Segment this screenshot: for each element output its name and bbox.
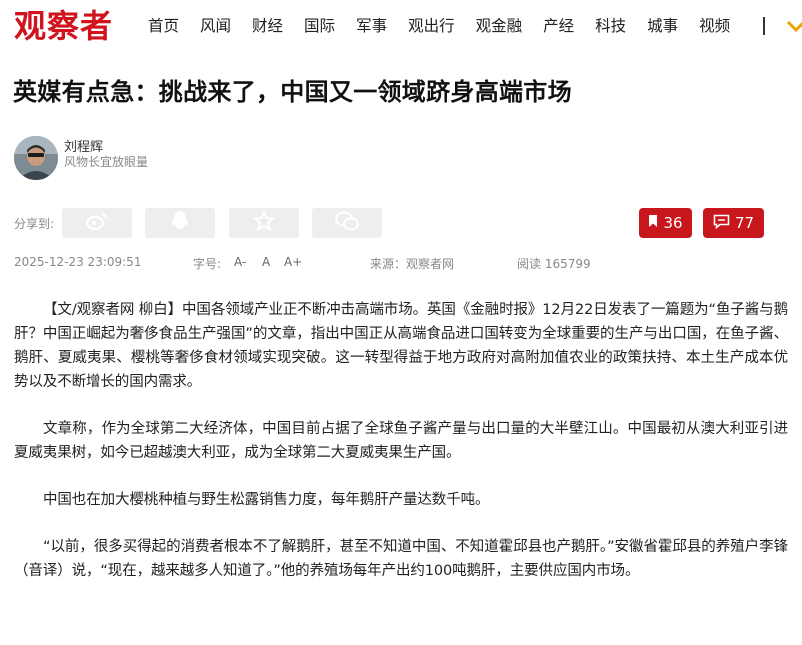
publish-datetime: 2025-12-23 23:09:51 <box>14 255 142 269</box>
qq-icon <box>170 210 190 236</box>
share-favorite-button[interactable] <box>229 208 299 238</box>
author-description: 风物长宜放眼量 <box>64 155 149 169</box>
site-logo[interactable]: 观察者 <box>14 4 113 48</box>
nav-item-industry[interactable]: 产经 <box>543 15 574 37</box>
view-count: 阅读 165799 <box>517 257 591 271</box>
bookmark-icon <box>648 214 663 232</box>
nav-item-tech[interactable]: 科技 <box>595 15 626 37</box>
share-qq-button[interactable] <box>145 208 215 238</box>
article-paragraph: 中国也在加大樱桃种植与野生松露销售力度，每年鹅肝产量达数千吨。 <box>43 492 490 508</box>
wechat-icon <box>334 210 360 236</box>
nav-item-military[interactable]: 军事 <box>356 15 387 37</box>
main-nav: 首页 风闻 财经 国际 军事 观出行 观金融 产经 科技 城事 视频 <box>148 15 751 37</box>
nav-item-city[interactable]: 城事 <box>647 15 678 37</box>
bookmark-button[interactable]: 36 <box>639 208 692 238</box>
comment-button[interactable]: 77 <box>703 208 764 238</box>
star-icon <box>252 209 276 236</box>
font-size-label: 字号: <box>193 257 222 271</box>
bookmark-count: 36 <box>663 214 683 232</box>
nav-item-international[interactable]: 国际 <box>304 15 335 37</box>
chevron-down-icon[interactable] <box>786 14 802 38</box>
nav-item-travel[interactable]: 观出行 <box>408 15 455 37</box>
nav-item-video[interactable]: 视频 <box>699 15 730 37</box>
article-paragraph: 【文/观察者网 柳白】中国各领域产业正不断冲击高端市场。英国《金融时报》12月2… <box>14 302 788 390</box>
font-size-normal-button[interactable]: A <box>262 255 270 269</box>
article-paragraph: “以前，很多买得起的消费者根本不了解鹅肝，甚至不知道中国、不知道霍邱县也产鹅肝。… <box>14 539 788 579</box>
site-header: 观察者 首页 风闻 财经 国际 军事 观出行 观金融 产经 科技 城事 视频 <box>0 0 802 52</box>
article-paragraph: 文章称，作为全球第二大经济体，中国目前占据了全球鱼子酱产量与出口量的大半壁江山。… <box>14 421 788 461</box>
comment-icon <box>713 214 735 233</box>
share-label: 分享到: <box>14 217 55 231</box>
share-wechat-button[interactable] <box>312 208 382 238</box>
nav-item-fintech[interactable]: 观金融 <box>476 15 523 37</box>
nav-item-home[interactable]: 首页 <box>148 15 179 37</box>
weibo-icon <box>85 211 109 235</box>
comment-count: 77 <box>734 214 755 232</box>
article-body: 【文/观察者网 柳白】中国各领域产业正不断冲击高端市场。英国《金融时报》12月2… <box>14 298 788 606</box>
article-source: 来源：观察者网 <box>370 257 455 271</box>
nav-item-finance[interactable]: 财经 <box>252 15 283 37</box>
nav-divider <box>763 17 765 35</box>
font-size-increase-button[interactable]: A+ <box>284 255 302 269</box>
font-size-decrease-button[interactable]: A- <box>234 255 246 269</box>
nav-item-fengwen[interactable]: 风闻 <box>200 15 231 37</box>
avatar[interactable] <box>14 136 58 180</box>
share-weibo-button[interactable] <box>62 208 132 238</box>
article-title: 英媒有点急：挑战来了，中国又一领域跻身高端市场 <box>13 78 572 106</box>
